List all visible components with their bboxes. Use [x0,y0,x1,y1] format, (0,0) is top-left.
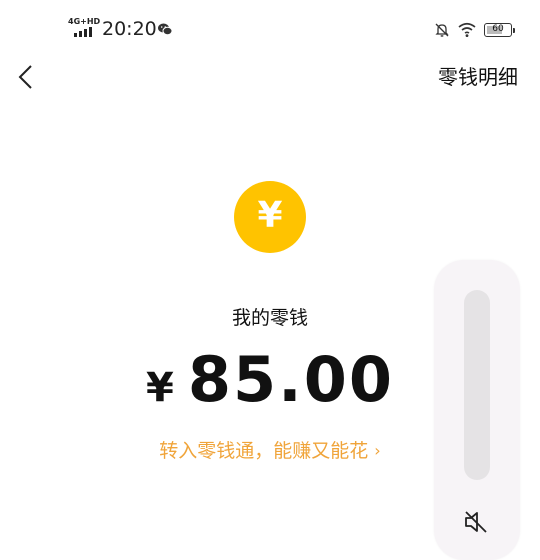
signal-4g-icon: 4G+HD [68,17,101,38]
wifi-icon [458,22,476,37]
battery-icon: 60 [484,23,515,37]
chevron-right-icon: › [374,441,381,460]
change-details-link[interactable]: 零钱明细 [438,64,518,90]
amount-value: 85.00 [187,343,394,416]
chevron-left-icon[interactable] [12,62,42,92]
currency-symbol: ¥ [146,365,174,411]
navigation-bar: 零钱明细 [0,52,540,100]
network-type: 4G+HD [68,17,101,26]
status-time: 20:20 [102,18,157,40]
wechat-icon [158,23,173,36]
battery-level: 60 [492,24,504,34]
volume-panel [434,260,520,560]
speaker-muted-icon[interactable] [463,510,489,534]
coin-symbol: ¥ [257,195,283,236]
yuan-coin-icon: ¥ [234,181,306,253]
promo-text: 转入零钱通，能赚又能花 [159,440,369,462]
volume-slider[interactable] [464,290,490,480]
status-bar: 4G+HD 20:20 60 [0,0,540,60]
bell-off-icon [435,23,449,37]
